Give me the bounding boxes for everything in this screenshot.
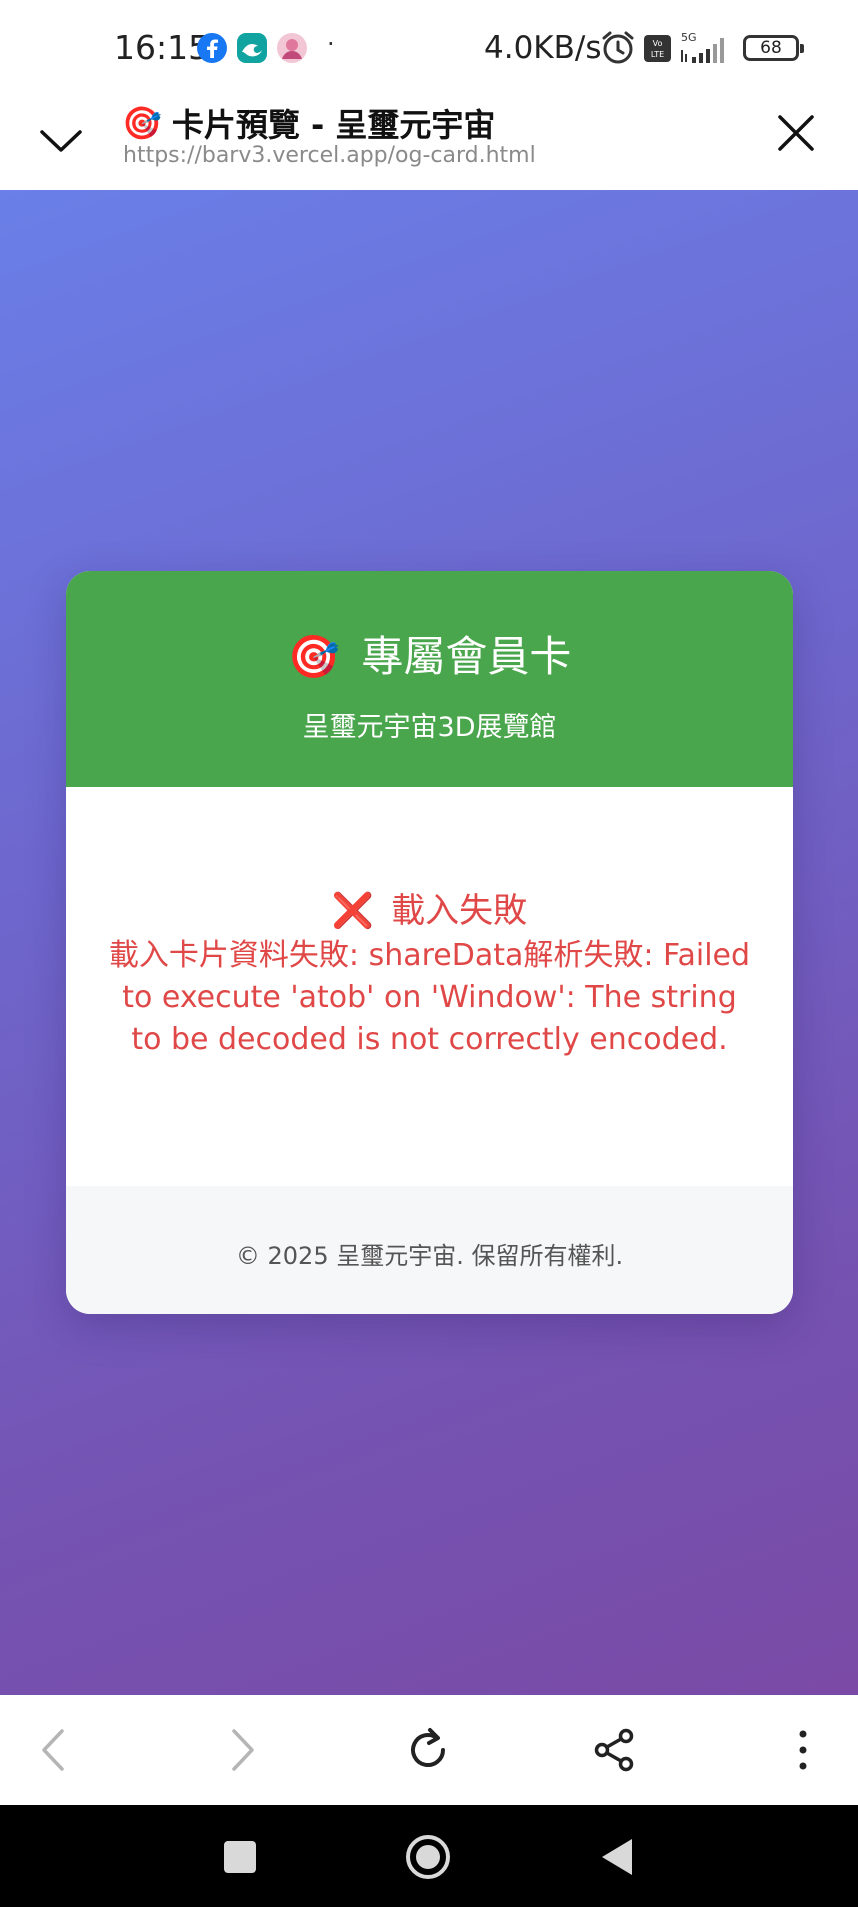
close-icon[interactable] [775,112,817,154]
reload-icon[interactable] [403,1725,453,1775]
chevron-down-icon[interactable] [38,118,84,164]
system-nav-bar [0,1805,858,1907]
signal-icon: 5G [681,31,724,63]
status-bar: 16:15 · 4.0KB/s Vo LTE 5G 68 [0,0,858,96]
back-icon[interactable] [30,1725,80,1775]
svg-text:Vo: Vo [653,39,663,48]
avatar-app-icon [277,33,307,63]
alarm-icon [602,31,634,64]
forward-icon[interactable] [216,1725,266,1775]
status-dot: · [327,30,335,58]
card-footer: © 2025 呈璽元宇宙. 保留所有權利. [66,1186,793,1314]
target-icon: 🎯 [122,104,162,142]
home-icon[interactable] [402,1831,454,1883]
browser-toolbar [0,1695,858,1805]
network-speed: 4.0KB/s [484,30,602,66]
back-triangle-icon[interactable] [592,1831,644,1883]
volte-icon: Vo LTE [644,35,671,62]
wave-app-icon [237,33,267,63]
copyright-text: © 2025 呈璽元宇宙. 保留所有權利. [235,1242,624,1270]
network-type-label: 5G [681,31,697,44]
error-title: ❌ 載入失敗 [66,883,793,932]
recents-icon[interactable] [214,1831,266,1883]
page-title: 🎯 卡片預覽 - 呈璽元宇宙 [122,100,495,146]
page-title-text: 卡片預覽 - 呈璽元宇宙 [171,106,496,144]
facebook-icon [197,33,227,63]
share-icon[interactable] [590,1725,640,1775]
status-time: 16:15 [114,28,210,67]
error-message: 載入卡片資料失敗: shareData解析失敗: Failed to execu… [108,938,751,1057]
battery-icon: 68 [743,35,804,61]
card-title-text: 專屬會員卡 [361,632,572,681]
web-content: 🎯 專屬會員卡 呈璽元宇宙3D展覽館 ❌ 載入失敗 載入卡片資料失敗: shar… [0,190,858,1695]
page-url[interactable]: https://barv3.vercel.app/og-card.html [123,143,536,168]
member-card: 🎯 專屬會員卡 呈璽元宇宙3D展覽館 ❌ 載入失敗 載入卡片資料失敗: shar… [66,571,793,1314]
more-icon[interactable] [778,1725,828,1775]
error-title-text: 載入失敗 [391,891,528,931]
screen: 16:15 · 4.0KB/s Vo LTE 5G 68 🎯 卡片預覽 - 呈璽… [0,0,858,1907]
card-header: 🎯 專屬會員卡 呈璽元宇宙3D展覽館 [66,571,793,787]
battery-level: 68 [760,38,782,58]
card-body: ❌ 載入失敗 載入卡片資料失敗: shareData解析失敗: Failed t… [66,787,793,1186]
card-subtitle: 呈璽元宇宙3D展覽館 [302,712,557,743]
card-title: 🎯 專屬會員卡 [66,623,793,684]
error-x-icon: ❌ [331,891,375,931]
svg-text:LTE: LTE [651,50,664,59]
target-icon: 🎯 [287,632,340,681]
browser-header: 🎯 卡片預覽 - 呈璽元宇宙 https://barv3.vercel.app/… [0,96,858,190]
